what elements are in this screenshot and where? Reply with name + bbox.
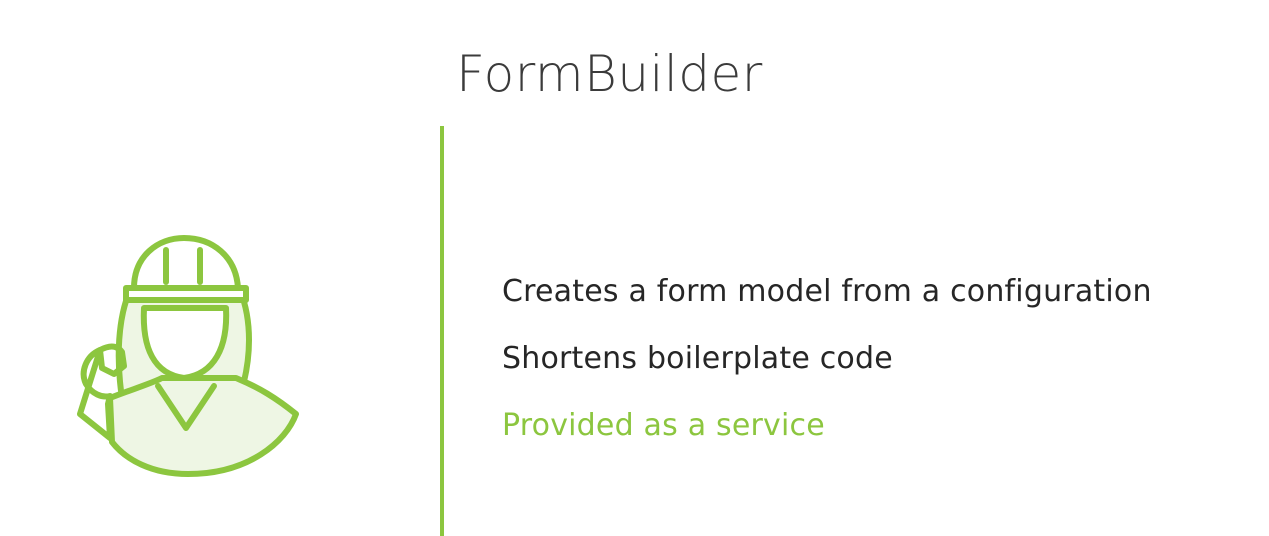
divider-line	[440, 126, 444, 536]
slide-title: FormBuilder	[456, 44, 763, 103]
bullet-item-highlighted: Provided as a service	[502, 408, 825, 443]
bullet-item: Creates a form model from a configuratio…	[502, 274, 1152, 309]
bullet-item: Shortens boilerplate code	[502, 341, 893, 376]
bullet-list: Creates a form model from a configuratio…	[502, 272, 1152, 473]
engineer-with-wrench-icon	[70, 228, 306, 484]
